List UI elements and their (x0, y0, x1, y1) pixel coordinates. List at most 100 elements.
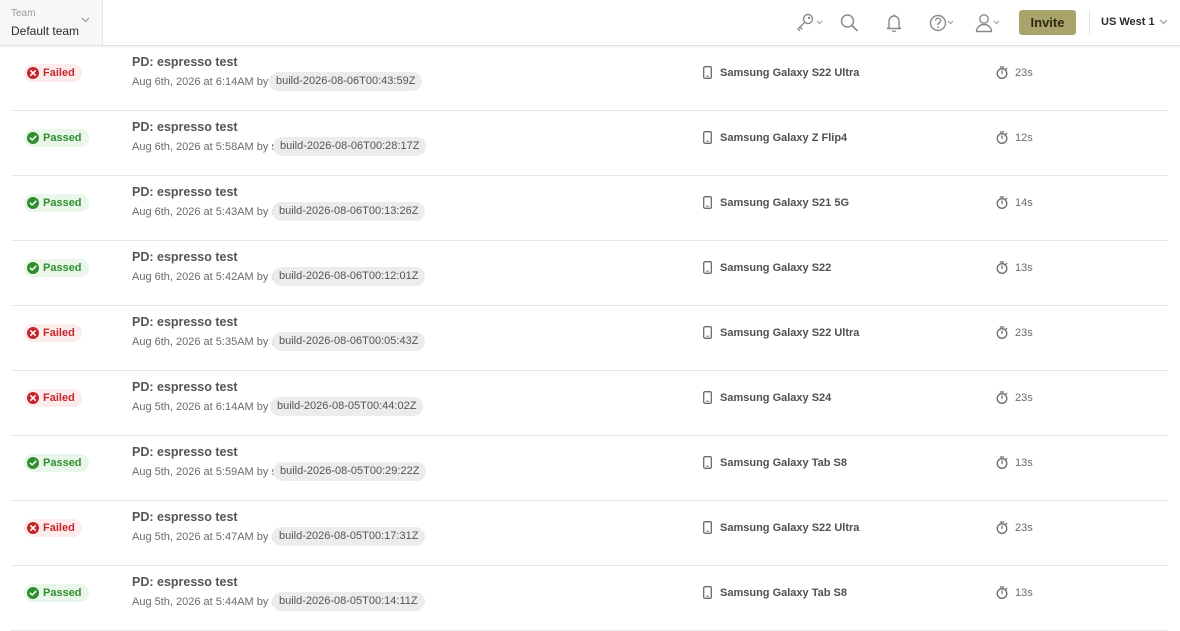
status-badge: Failed (24, 64, 82, 82)
device-info: Samsung Galaxy Z Flip4 (703, 131, 847, 144)
job-title[interactable]: PD: espresso test (132, 445, 238, 459)
job-title[interactable]: PD: espresso test (132, 380, 238, 394)
job-title[interactable]: PD: espresso test (132, 510, 238, 524)
status-badge: Failed (24, 389, 82, 407)
region-selector[interactable]: US West 1 (1101, 16, 1168, 28)
table-row[interactable]: Passed PD: espresso test Aug 6th, 2026 at … (11, 241, 1168, 306)
device-name: Samsung Galaxy S22 (720, 261, 832, 274)
job-title[interactable]: PD: espresso test (132, 250, 238, 264)
chevron-down-icon (81, 17, 90, 23)
job-title[interactable]: PD: espresso test (132, 315, 238, 329)
device-name: Samsung Galaxy Z Flip4 (720, 131, 848, 144)
device-info: Samsung Galaxy S24 (703, 391, 831, 404)
build-badge[interactable]: build-2026-08-05T00:29:22Z (273, 462, 427, 481)
duration-value: 23s (1015, 66, 1033, 79)
key-icon[interactable] (795, 12, 823, 34)
check-circle-icon (27, 132, 39, 144)
duration-value: 23s (1015, 521, 1033, 534)
device-info: Samsung Galaxy S22 Ultra (703, 66, 859, 79)
build-badge[interactable]: build-2026-08-05T00:14:11Z (272, 592, 425, 611)
table-row[interactable]: Passed PD: espresso test Aug 6th, 2026 at … (11, 111, 1168, 176)
duration-info: 13s (996, 456, 1033, 469)
device-info: Samsung Galaxy S22 Ultra (703, 521, 859, 534)
team-label: Team (11, 8, 36, 19)
duration-value: 23s (1015, 391, 1033, 404)
build-badge[interactable]: build-2026-08-06T00:43:59Z (269, 72, 423, 91)
duration-info: 23s (996, 391, 1033, 404)
phone-icon (703, 326, 712, 339)
build-badge[interactable]: build-2026-08-06T00:12:01Z (272, 267, 426, 286)
status-label: Passed (43, 457, 82, 469)
table-row[interactable]: Failed PD: espresso test Aug 5th, 2026 at … (11, 371, 1168, 436)
duration-value: 23s (1015, 326, 1033, 339)
status-label: Failed (43, 392, 75, 404)
table-row[interactable]: Passed PD: espresso test Aug 5th, 2026 at … (11, 436, 1168, 501)
status-badge: Passed (24, 259, 89, 277)
build-badge[interactable]: build-2026-08-05T00:44:02Z (270, 397, 424, 416)
check-circle-icon (27, 262, 39, 274)
device-name: Samsung Galaxy S22 Ultra (720, 326, 860, 339)
invite-button[interactable]: Invite (1019, 10, 1076, 35)
status-label: Passed (43, 262, 82, 274)
table-row[interactable]: Failed PD: espresso test Aug 6th, 2026 at … (11, 46, 1168, 111)
build-badge[interactable]: build-2026-08-05T00:17:31Z (272, 527, 426, 546)
x-circle-icon (27, 392, 39, 404)
device-name: Samsung Galaxy Tab S8 (720, 586, 847, 599)
stopwatch-icon (996, 196, 1008, 209)
x-circle-icon (27, 327, 39, 339)
x-circle-icon (27, 522, 39, 534)
device-name: Samsung Galaxy Tab S8 (720, 456, 847, 469)
device-info: Samsung Galaxy S22 Ultra (703, 326, 859, 339)
check-circle-icon (27, 457, 39, 469)
table-row[interactable]: Failed PD: espresso test Aug 6th, 2026 at … (11, 306, 1168, 371)
phone-icon (703, 261, 712, 274)
duration-info: 14s (996, 196, 1033, 209)
job-title[interactable]: PD: espresso test (132, 120, 238, 134)
device-name: Samsung Galaxy S22 Ultra (720, 66, 860, 79)
status-label: Passed (43, 587, 82, 599)
team-value: Default team (11, 24, 80, 38)
duration-info: 13s (996, 261, 1033, 274)
divider (1089, 11, 1090, 35)
user-icon[interactable] (975, 12, 1003, 34)
region-label: US West 1 (1101, 16, 1155, 28)
phone-icon (703, 66, 712, 79)
top-bar: Team Default team Invite US West 1 (0, 0, 1180, 46)
duration-info: 12s (996, 131, 1033, 144)
duration-value: 13s (1015, 261, 1033, 274)
job-list: Failed PD: espresso test Aug 6th, 2026 at … (11, 46, 1168, 631)
device-info: Samsung Galaxy Tab S8 (703, 586, 847, 599)
job-title[interactable]: PD: espresso test (132, 55, 238, 69)
stopwatch-icon (996, 456, 1008, 469)
device-name: Samsung Galaxy S22 Ultra (720, 521, 860, 534)
phone-icon (703, 391, 712, 404)
status-badge: Passed (24, 129, 89, 147)
check-circle-icon (27, 197, 39, 209)
build-badge[interactable]: build-2026-08-06T00:05:43Z (272, 332, 426, 351)
search-icon[interactable] (840, 12, 858, 34)
help-icon[interactable] (929, 12, 957, 34)
stopwatch-icon (996, 521, 1008, 534)
build-badge[interactable]: build-2026-08-06T00:13:26Z (272, 202, 426, 221)
table-row[interactable]: Passed PD: espresso test Aug 6th, 2026 at … (11, 176, 1168, 241)
bell-icon[interactable] (886, 12, 902, 34)
table-row[interactable]: Failed PD: espresso test Aug 5th, 2026 at … (11, 501, 1168, 566)
status-label: Failed (43, 67, 75, 79)
phone-icon (703, 586, 712, 599)
job-title[interactable]: PD: espresso test (132, 575, 238, 589)
device-name: Samsung Galaxy S21 5G (720, 196, 850, 209)
phone-icon (703, 196, 712, 209)
job-title[interactable]: PD: espresso test (132, 185, 238, 199)
duration-value: 13s (1015, 586, 1033, 599)
build-badge[interactable]: build-2026-08-06T00:28:17Z (273, 137, 427, 156)
duration-info: 23s (996, 66, 1033, 79)
status-badge: Failed (24, 519, 82, 537)
stopwatch-icon (996, 586, 1008, 599)
check-circle-icon (27, 587, 39, 599)
status-label: Passed (43, 197, 82, 209)
table-row[interactable]: Passed PD: espresso test Aug 5th, 2026 at … (11, 566, 1168, 631)
device-info: Samsung Galaxy S22 (703, 261, 831, 274)
team-selector[interactable]: Team Default team (0, 0, 103, 45)
phone-icon (703, 456, 712, 469)
device-info: Samsung Galaxy S21 5G (703, 196, 849, 209)
